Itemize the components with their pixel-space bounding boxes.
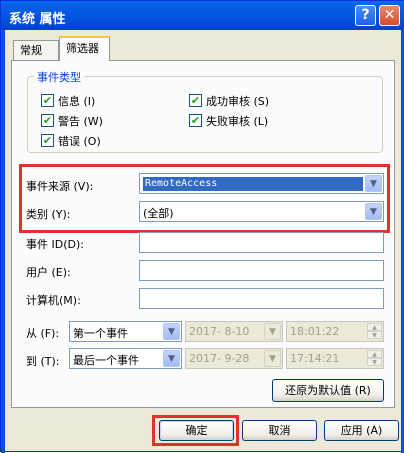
from-mode-value: 第一个事件 — [73, 327, 128, 340]
help-button[interactable]: ? — [355, 5, 376, 26]
category-combobox[interactable]: (全部) ▼ — [139, 201, 384, 222]
checkbox-error-label[interactable]: 错误 (O) — [58, 133, 101, 149]
spin-up-icon: ▲ — [367, 350, 382, 358]
tab-filter[interactable]: 筛选器 — [59, 36, 110, 61]
chevron-down-icon[interactable]: ▼ — [163, 323, 180, 340]
checkbox-error[interactable]: ✔ — [41, 134, 54, 147]
checkbox-information-label[interactable]: 信息 (I) — [58, 93, 95, 109]
tab-general[interactable]: 常规 — [13, 40, 59, 61]
restore-defaults-button[interactable]: 还原为默认值 (R) — [272, 379, 384, 402]
to-date-picker: 2017- 9-28 ▼ — [185, 348, 283, 369]
chevron-down-icon[interactable]: ▼ — [365, 203, 382, 220]
close-button[interactable]: ✕ — [379, 5, 400, 26]
to-label: 到 (T): — [26, 355, 60, 368]
user-input[interactable] — [139, 260, 384, 281]
computer-label: 计算机(M): — [26, 294, 81, 307]
event-id-input[interactable] — [139, 232, 384, 253]
apply-button[interactable]: 应用 (A) — [324, 420, 399, 441]
spin-down-icon: ▼ — [367, 358, 382, 366]
checkbox-success-audit-label[interactable]: 成功审核 (S) — [206, 93, 269, 109]
title-bar[interactable]: 系统 属性 ? ✕ — [1, 1, 404, 30]
event-source-label: 事件来源 (V): — [26, 180, 94, 193]
category-value: (全部) — [143, 207, 174, 220]
event-type-group-label: 事件类型 — [34, 69, 84, 85]
event-source-combobox[interactable]: RemoteAccess ▼ — [139, 173, 384, 194]
chevron-down-icon[interactable]: ▼ — [365, 175, 382, 192]
from-time-spinner: ▲ ▼ — [367, 323, 382, 340]
from-time-value: 18:01:22 — [290, 325, 340, 338]
chevron-down-icon[interactable]: ▼ — [163, 350, 180, 367]
event-id-label: 事件 ID(D): — [26, 238, 84, 251]
checkbox-success-audit[interactable]: ✔ — [189, 94, 202, 107]
checkbox-warning[interactable]: ✔ — [41, 114, 54, 127]
cancel-button[interactable]: 取消 — [242, 420, 317, 441]
from-date-value: 2017- 8-10 — [189, 325, 250, 338]
from-time-field: 18:01:22 ▲ ▼ — [286, 321, 384, 342]
computer-input[interactable] — [139, 288, 384, 309]
checkbox-failure-audit[interactable]: ✔ — [189, 114, 202, 127]
spin-up-icon: ▲ — [367, 323, 382, 331]
checkbox-failure-audit-label[interactable]: 失败审核 (L) — [206, 113, 268, 129]
window-title: 系统 属性 — [9, 12, 66, 27]
to-time-spinner: ▲ ▼ — [367, 350, 382, 367]
spin-down-icon: ▼ — [367, 331, 382, 339]
checkbox-information[interactable]: ✔ — [41, 94, 54, 107]
from-date-picker: 2017- 8-10 ▼ — [185, 321, 283, 342]
from-label: 从 (F): — [26, 327, 60, 340]
window-frame-left — [1, 30, 5, 453]
user-label: 用户 (E): — [26, 266, 71, 279]
checkbox-warning-label[interactable]: 警告 (W) — [58, 113, 103, 129]
properties-window: 系统 属性 ? ✕ 常规 筛选器 事件类型 ✔ 信息 (I) ✔ 警告 (W) … — [0, 0, 404, 453]
chevron-down-icon: ▼ — [264, 323, 281, 340]
to-mode-value: 最后一个事件 — [73, 354, 139, 367]
event-source-value: RemoteAccess — [143, 177, 363, 191]
to-time-field: 17:14:21 ▲ ▼ — [286, 348, 384, 369]
ok-button[interactable]: 确定 — [159, 420, 234, 441]
from-mode-combobox[interactable]: 第一个事件 ▼ — [69, 321, 182, 342]
category-label: 类别 (Y): — [26, 208, 71, 221]
to-time-value: 17:14:21 — [290, 352, 340, 365]
chevron-down-icon: ▼ — [264, 350, 281, 367]
to-date-value: 2017- 9-28 — [189, 352, 250, 365]
to-mode-combobox[interactable]: 最后一个事件 ▼ — [69, 348, 182, 369]
